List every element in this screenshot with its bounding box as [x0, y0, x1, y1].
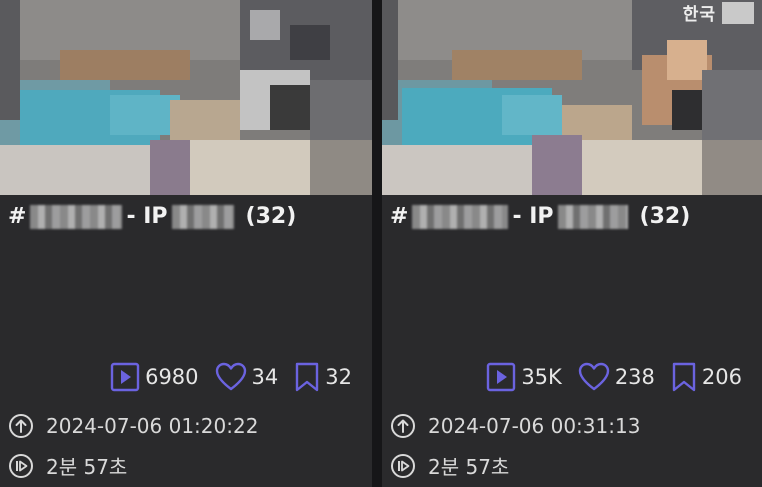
play-count-value: 6980 — [145, 365, 199, 389]
like-count-value: 238 — [614, 365, 655, 389]
blurred-text — [171, 204, 234, 229]
upload-icon — [9, 414, 33, 438]
bookmark-icon[interactable] — [294, 362, 320, 392]
like-count-value: 34 — [251, 365, 279, 389]
heart-icon[interactable] — [215, 362, 247, 392]
heart-icon[interactable] — [578, 362, 610, 392]
play-count: 6980 — [110, 362, 199, 392]
title-count: (32) — [639, 204, 691, 229]
bookmark-icon[interactable] — [671, 362, 697, 392]
duration-icon — [9, 453, 33, 478]
save-count[interactable]: 32 — [294, 362, 352, 392]
upload-time: 2024-07-06 00:31:13 — [390, 413, 640, 439]
language-badge: 한국 — [683, 0, 754, 25]
blurred-text — [412, 204, 509, 229]
duration-icon — [391, 453, 415, 478]
save-count[interactable]: 206 — [671, 362, 742, 392]
stats-row: 6980 34 32 — [110, 362, 352, 392]
video-title[interactable]: # - IP (32) — [8, 204, 296, 229]
play-icon — [487, 362, 516, 392]
title-prefix: # — [390, 204, 409, 229]
video-thumbnail[interactable] — [0, 0, 372, 195]
video-duration: 2분 57초 — [8, 451, 127, 480]
save-count-value: 32 — [325, 365, 352, 389]
title-separator: - IP — [126, 204, 168, 229]
video-card[interactable]: # - IP (32) 6980 34 32 2024-07-06 01:20:… — [0, 0, 372, 487]
title-separator: - IP — [512, 204, 554, 229]
video-duration: 2분 57초 — [390, 451, 509, 480]
title-prefix: # — [8, 204, 27, 229]
language-badge-label: 한국 — [682, 5, 716, 25]
video-thumbnail[interactable]: 한국 — [382, 0, 762, 195]
blurred-text — [557, 204, 628, 229]
play-icon — [110, 362, 140, 392]
duration-value: 2분 57초 — [46, 455, 128, 479]
upload-icon — [391, 414, 415, 438]
save-count-value: 206 — [701, 365, 742, 389]
like-count[interactable]: 34 — [215, 362, 279, 392]
blurred-text — [30, 204, 123, 229]
play-count-value: 35K — [521, 365, 562, 389]
duration-value: 2분 57초 — [428, 455, 510, 479]
stats-row: 35K 238 206 — [486, 362, 742, 392]
video-card[interactable]: 한국 # - IP (32) 35K 238 206 2024-07-06 00… — [382, 0, 762, 487]
like-count[interactable]: 238 — [578, 362, 655, 392]
title-count: (32) — [245, 204, 297, 229]
play-count: 35K — [486, 362, 562, 392]
flag-placeholder — [722, 1, 754, 24]
upload-time-value: 2024-07-06 00:31:13 — [428, 414, 641, 438]
upload-time: 2024-07-06 01:20:22 — [8, 413, 258, 439]
upload-time-value: 2024-07-06 01:20:22 — [46, 414, 259, 438]
video-title[interactable]: # - IP (32) — [390, 204, 690, 229]
card-divider — [372, 0, 382, 487]
